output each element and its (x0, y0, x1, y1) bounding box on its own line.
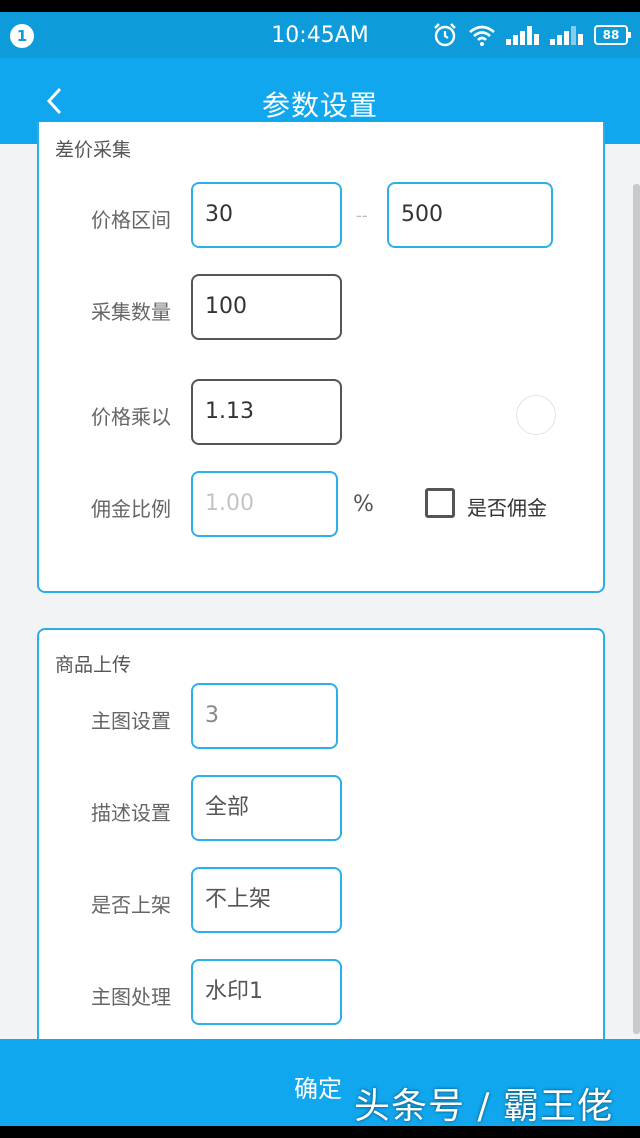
status-icons: 88 (432, 22, 631, 48)
signal-icon (550, 26, 583, 45)
product-upload-card: 商品上传 主图设置 3 描述设置 全部 是否上架 不上架 主图处理 水印1 (37, 628, 605, 1058)
wifi-icon (469, 25, 495, 46)
main-image-label: 主图设置 (91, 709, 171, 733)
app-screen: 1 10:45AM 88 参数设置 差价采集 价格区间 30 -- 500 采集… (0, 12, 640, 1126)
price-max-input[interactable]: 500 (387, 182, 553, 248)
confirm-button-label: 确定 (294, 1075, 342, 1103)
main-image-select[interactable]: 3 (191, 683, 338, 749)
watermark-text: 头条号 / 霸王佬 (353, 1086, 614, 1126)
alarm-icon (434, 23, 456, 47)
commission-checkbox-label[interactable]: 是否佣金 (467, 492, 547, 521)
quantity-label: 采集数量 (91, 300, 171, 324)
scrollbar[interactable] (633, 184, 640, 1034)
commission-label: 佣金比例 (91, 497, 171, 521)
percent-unit: % (353, 492, 374, 517)
section-title-upload: 商品上传 (55, 654, 132, 676)
image-processing-select[interactable]: 水印1 (191, 959, 342, 1025)
multiplier-label: 价格乘以 (91, 405, 171, 429)
multiplier-input[interactable]: 1.13 (191, 379, 342, 445)
description-select[interactable]: 全部 (191, 775, 342, 841)
faint-circle-indicator (516, 395, 556, 435)
price-min-input[interactable]: 30 (191, 182, 342, 248)
listing-label: 是否上架 (91, 893, 171, 917)
image-processing-label: 主图处理 (91, 985, 171, 1009)
quantity-input[interactable]: 100 (191, 274, 342, 340)
commission-checkbox[interactable] (425, 488, 455, 518)
status-bar: 1 10:45AM 88 (0, 12, 640, 58)
page-title: 参数设置 (261, 89, 378, 122)
listing-select[interactable]: 不上架 (191, 867, 342, 933)
commission-input[interactable]: 1.00 (191, 471, 338, 537)
description-label: 描述设置 (91, 801, 171, 825)
signal-icon (506, 26, 539, 45)
battery-indicator: 88 (594, 25, 631, 45)
range-separator: -- (356, 206, 368, 225)
price-collection-card: 差价采集 价格区间 30 -- 500 采集数量 100 价格乘以 1.13 佣… (37, 122, 605, 593)
confirm-button[interactable]: 确定 头条号 / 霸王佬 (0, 1039, 640, 1126)
price-range-label: 价格区间 (91, 208, 171, 232)
section-title-price: 差价采集 (55, 139, 132, 161)
